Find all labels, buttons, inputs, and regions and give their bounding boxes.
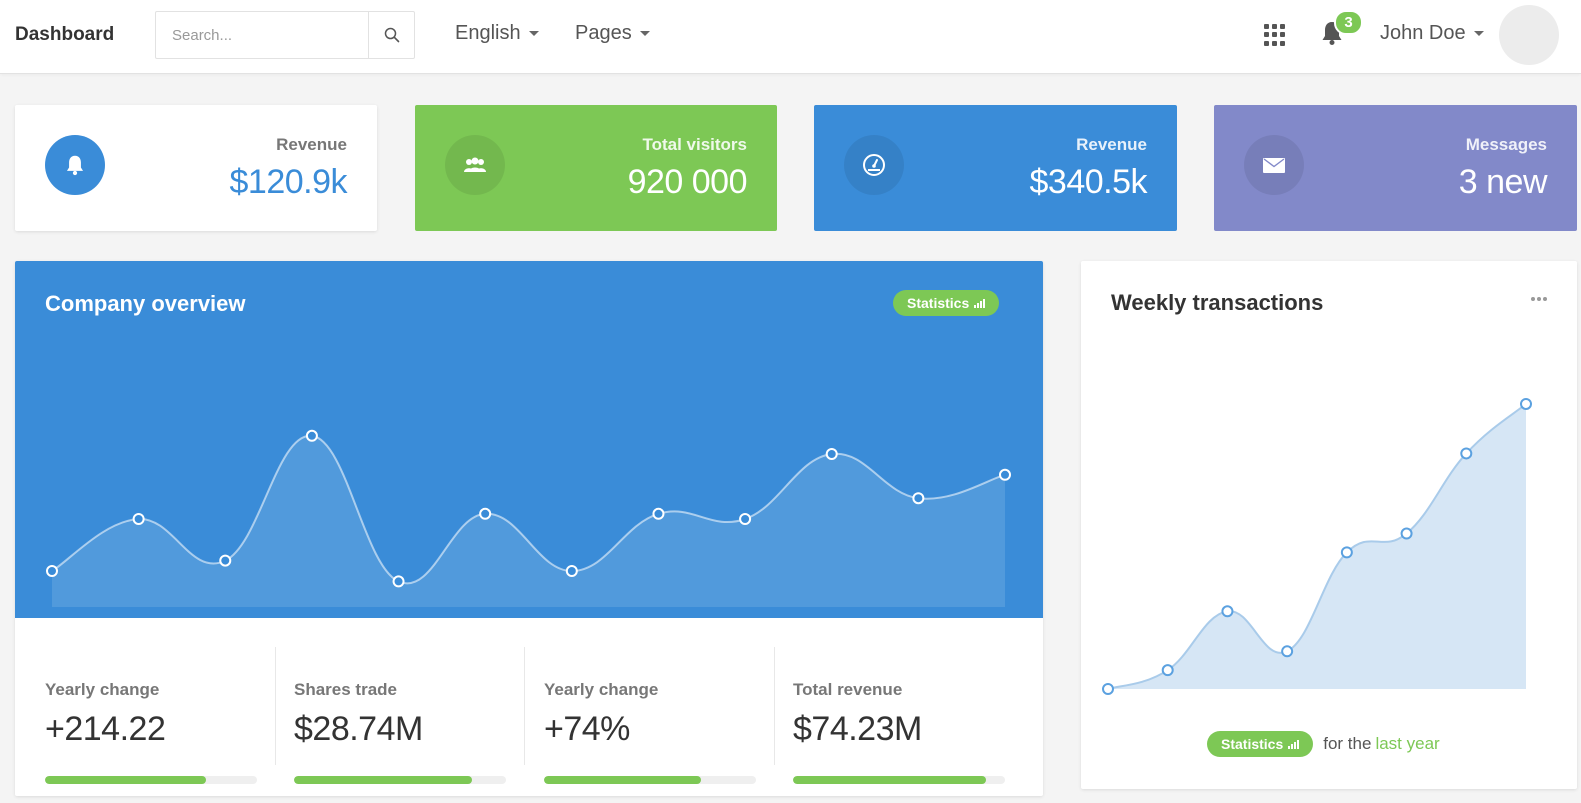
users-icon	[445, 135, 505, 195]
search-button[interactable]	[368, 12, 414, 58]
card-value: $120.9k	[229, 163, 348, 201]
chart-data-point[interactable]	[305, 429, 318, 442]
stat-item: Shares trade $28.74M	[264, 648, 514, 784]
revenue-card: Revenue $120.9k	[15, 105, 377, 231]
chart-data-point[interactable]	[999, 468, 1011, 481]
chart-data-point[interactable]	[739, 513, 752, 525]
revenue-card-blue: Revenue $340.5k	[814, 105, 1177, 231]
language-label: English	[455, 22, 521, 44]
chart-data-point[interactable]	[1102, 683, 1114, 695]
visitors-card: Total visitors 920 000	[415, 105, 777, 231]
chart-data-point[interactable]	[1460, 447, 1473, 460]
chart-data-point[interactable]	[219, 554, 232, 567]
card-label: Revenue	[276, 135, 347, 154]
statistics-badge[interactable]: Statistics	[893, 290, 1000, 316]
chart-data-point[interactable]	[392, 575, 405, 588]
chart-data-point[interactable]	[1340, 546, 1353, 559]
brand-title[interactable]: Dashboard	[15, 24, 114, 46]
search-box	[155, 11, 415, 59]
user-name: John Doe	[1380, 22, 1466, 44]
company-overview-chart-area: Company overview Statistics	[15, 261, 1043, 618]
overview-stats: Yearly change +214.22 Shares trade $28.7…	[15, 618, 1043, 796]
pages-label: Pages	[575, 22, 632, 44]
stat-label: Yearly change	[544, 680, 659, 699]
avatar[interactable]	[1499, 5, 1559, 65]
stat-label: Yearly change	[45, 680, 160, 699]
bar-chart-icon	[974, 298, 986, 308]
stat-item: Total revenue $74.23M	[763, 648, 1013, 784]
stat-label: Total revenue	[793, 680, 903, 699]
dashboard-gauge-icon	[844, 135, 904, 195]
panel-title: Company overview	[45, 291, 246, 316]
chart-data-point[interactable]	[1400, 527, 1413, 540]
stat-value: $28.74M	[294, 710, 423, 748]
statistics-badge-label: Statistics	[1221, 736, 1284, 752]
chart-data-point[interactable]	[1281, 645, 1294, 658]
chart-data-point[interactable]	[565, 565, 578, 577]
top-navbar: Dashboard English Pages 3 John Doe	[0, 0, 1581, 74]
statistics-badge[interactable]: Statistics	[1207, 731, 1314, 757]
divider	[275, 647, 276, 765]
progress-bar	[544, 776, 756, 784]
language-dropdown[interactable]: English	[455, 22, 539, 45]
pages-dropdown[interactable]: Pages	[575, 22, 650, 45]
statistics-badge-label: Statistics	[907, 295, 970, 311]
chevron-down-icon	[639, 31, 650, 36]
stat-value: $74.23M	[793, 710, 922, 748]
card-value: 3 new	[1458, 163, 1548, 201]
chart-data-point[interactable]	[1161, 664, 1174, 677]
last-year-link[interactable]: last year	[1375, 734, 1439, 754]
chart-data-point[interactable]	[46, 565, 58, 577]
card-label: Revenue	[1076, 135, 1147, 154]
chevron-down-icon	[528, 31, 539, 36]
panel-title: Weekly transactions	[1111, 290, 1324, 315]
search-input[interactable]	[156, 12, 369, 58]
search-icon	[384, 27, 399, 43]
envelope-icon	[1244, 135, 1304, 195]
progress-bar	[793, 776, 1005, 784]
chart-data-point[interactable]	[132, 513, 145, 525]
divider	[774, 647, 775, 765]
progress-bar	[45, 776, 257, 784]
chart-footer: Statistics for the last year	[1207, 731, 1440, 757]
chevron-down-icon	[1473, 31, 1484, 36]
bell-icon	[45, 135, 105, 195]
stat-value: +214.22	[45, 710, 166, 748]
card-value: 920 000	[627, 163, 748, 201]
stat-value: +74%	[544, 710, 630, 748]
weekly-transactions-chart	[1102, 397, 1532, 695]
stat-item: Yearly change +214.22	[15, 648, 265, 784]
card-label: Messages	[1465, 135, 1547, 154]
chart-area-fill	[1108, 403, 1526, 689]
progress-bar	[294, 776, 506, 784]
card-value: $340.5k	[1029, 163, 1148, 201]
chart-data-point[interactable]	[1221, 605, 1234, 618]
divider	[524, 647, 525, 765]
weekly-transactions-panel: Weekly transactions Statistics for the l…	[1081, 261, 1577, 789]
notifications-badge: 3	[1334, 10, 1363, 35]
chart-data-point[interactable]	[652, 507, 665, 520]
messages-card: Messages 3 new	[1214, 105, 1577, 231]
chart-data-point[interactable]	[479, 507, 492, 520]
chart-data-point[interactable]	[1520, 397, 1532, 410]
bar-chart-icon	[1288, 739, 1300, 749]
apps-grid-icon[interactable]	[1264, 24, 1286, 46]
company-overview-panel: Company overview Statistics Yearly chang…	[15, 261, 1043, 796]
chart-data-point[interactable]	[825, 448, 838, 460]
stat-label: Shares trade	[294, 680, 397, 699]
card-label: Total visitors	[642, 135, 747, 154]
chart-data-point[interactable]	[912, 492, 925, 505]
chart-area-fill	[52, 435, 1005, 607]
stat-item: Yearly change +74%	[514, 648, 764, 784]
footer-text: for the	[1323, 734, 1372, 753]
more-options-icon[interactable]	[1531, 297, 1547, 301]
user-menu[interactable]: John Doe	[1380, 22, 1484, 45]
